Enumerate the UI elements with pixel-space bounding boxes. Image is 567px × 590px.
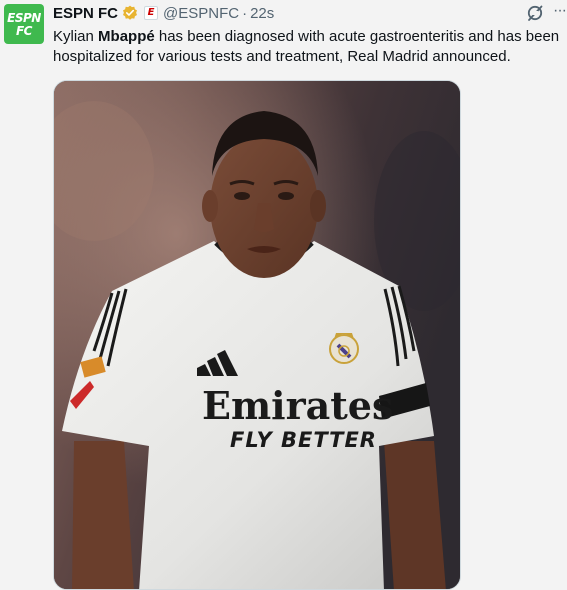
player-photo: Emirates FLY BETTER bbox=[54, 81, 460, 589]
grok-icon[interactable] bbox=[526, 4, 544, 22]
verified-gold-badge-icon[interactable] bbox=[122, 5, 138, 21]
more-icon[interactable]: ··· bbox=[552, 1, 567, 21]
sponsor-line2: FLY BETTER bbox=[230, 428, 377, 452]
tweet-text: Kylian Mbappé has been diagnosed with ac… bbox=[53, 27, 567, 67]
tweet-media-photo[interactable]: Emirates FLY BETTER bbox=[53, 80, 461, 590]
avatar[interactable]: ESPN FC bbox=[4, 4, 44, 44]
sponsor-line1: Emirates bbox=[202, 383, 393, 428]
handle[interactable]: @ESPNFC bbox=[163, 5, 239, 22]
affiliate-badge-letter: E bbox=[147, 7, 155, 18]
separator: · bbox=[242, 4, 248, 22]
display-name[interactable]: ESPN FC bbox=[53, 5, 118, 22]
avatar-line1: ESPN bbox=[7, 10, 41, 25]
timestamp[interactable]: 22s bbox=[250, 5, 274, 22]
tweet-header: ESPN FC E @ESPNFC · 22s bbox=[53, 3, 274, 23]
tweet-text-bold[interactable]: Mbappé bbox=[98, 28, 155, 45]
tweet-text-part1: Kylian bbox=[53, 28, 99, 45]
avatar-line2: FC bbox=[15, 23, 33, 38]
tweet[interactable]: ESPN FC ESPN FC E @ESPNFC · 22s ··· Kyli… bbox=[0, 0, 567, 590]
espn-affiliate-icon[interactable]: E bbox=[144, 6, 159, 20]
